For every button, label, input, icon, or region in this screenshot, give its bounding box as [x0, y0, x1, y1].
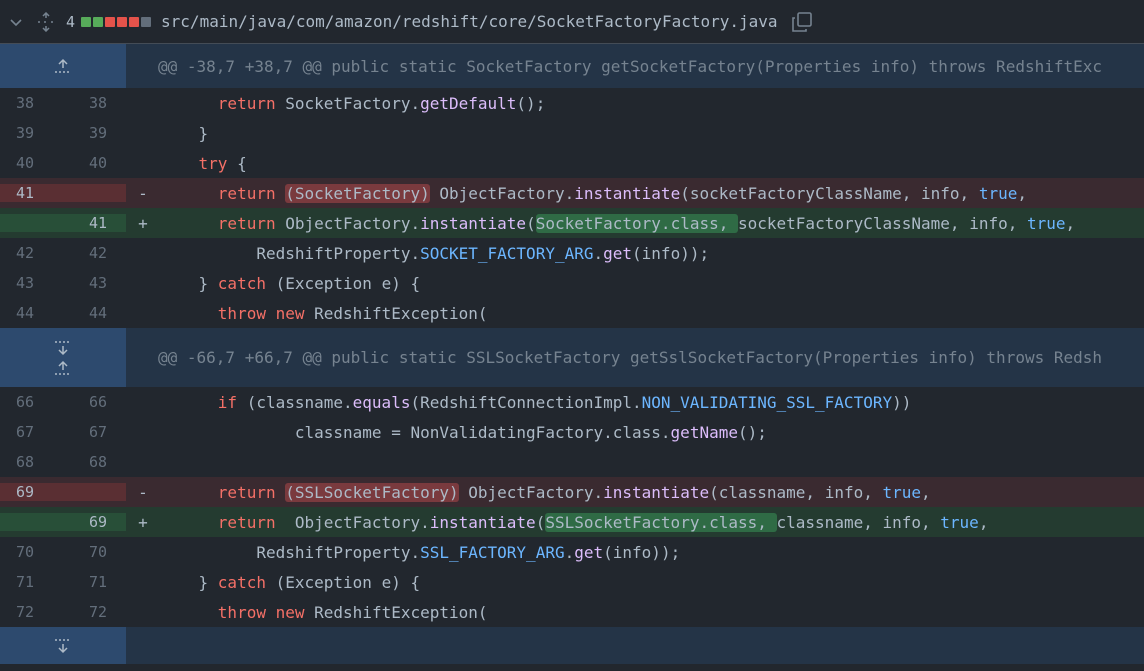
code-text: return (SocketFactory) ObjectFactory.ins…	[217, 183, 1027, 203]
line-number-right[interactable]: 38	[63, 94, 126, 112]
diff-line: 44 44 throw new RedshiftException(	[0, 298, 1144, 328]
code-text: return SocketFactory.getDefault();	[217, 93, 546, 113]
added-highlight: SSLSocketFactory.class,	[545, 512, 777, 532]
line-number-left[interactable]: 39	[0, 124, 63, 142]
added-line: 69 + return ObjectFactory.instantiate(SS…	[0, 507, 1144, 537]
diff-sign-minus: -	[138, 183, 148, 203]
removed-highlight: (SocketFactory)	[285, 183, 430, 203]
code-text: throw new RedshiftException(	[217, 303, 488, 323]
expand-up-icon[interactable]	[53, 360, 73, 376]
diffstat-block	[81, 16, 92, 27]
line-number-right[interactable]: 68	[63, 453, 126, 471]
expand-up-button[interactable]	[0, 44, 126, 88]
copy-icon[interactable]	[790, 10, 814, 34]
code-text: return ObjectFactory.instantiate(SSLSock…	[217, 512, 989, 532]
code-text: try {	[198, 153, 247, 173]
line-number-left[interactable]: 69	[0, 483, 63, 501]
expand-down-icon	[55, 638, 71, 653]
expand-down-button[interactable]	[0, 627, 126, 664]
diff-line: 72 72 throw new RedshiftException(	[0, 597, 1144, 627]
line-number-left[interactable]: 66	[0, 393, 63, 411]
diff-line: 40 40 try {	[0, 148, 1144, 178]
diff-line: 67 67 classname = NonValidatingFactory.cl…	[0, 417, 1144, 447]
code-text: } catch (Exception e) {	[198, 273, 421, 293]
diffstat-block	[141, 16, 152, 27]
file-header: 4 src/main/java/com/amazon/redshift/core…	[0, 0, 1144, 44]
line-number-right[interactable]: 67	[63, 423, 126, 441]
line-number-right[interactable]: 42	[63, 244, 126, 262]
diff-line: 39 39 }	[0, 118, 1144, 148]
expand-controls	[0, 328, 126, 387]
line-number-left[interactable]: 67	[0, 423, 63, 441]
hunk-header-text: @@ -38,7 +38,7 @@ public static SocketFa…	[158, 56, 1103, 76]
added-line: 41 + return ObjectFactory.instantiate(So…	[0, 208, 1144, 238]
diffstat	[81, 16, 152, 27]
diff-line: 66 66 if (classname.equals(RedshiftConnec…	[0, 387, 1144, 417]
diff-line: 43 43 } catch (Exception e) {	[0, 268, 1144, 298]
hunk-header: @@ -38,7 +38,7 @@ public static SocketFa…	[0, 44, 1144, 88]
line-number-left[interactable]: 42	[0, 244, 63, 262]
expand-down-icon[interactable]	[53, 340, 73, 356]
diff-sign-plus: +	[138, 213, 148, 233]
diff-sign-plus: +	[138, 512, 148, 532]
change-count: 4	[66, 12, 76, 31]
diff-line: 38 38 return SocketFactory.getDefault();	[0, 88, 1144, 118]
diff-line: 70 70 RedshiftProperty.SSL_FACTORY_ARG.ge…	[0, 537, 1144, 567]
line-number-right[interactable]: 66	[63, 393, 126, 411]
line-number-left[interactable]: 72	[0, 603, 63, 621]
diff-line: 68 68	[0, 447, 1144, 477]
expand-up-icon	[55, 58, 71, 73]
diffstat-block	[105, 16, 116, 27]
line-number-left[interactable]: 43	[0, 274, 63, 292]
line-number-right[interactable]: 40	[63, 154, 126, 172]
code-text: }	[198, 123, 209, 143]
line-number-left[interactable]: 41	[0, 184, 63, 202]
deleted-line: 69 - return (SSLSocketFactory) ObjectFac…	[0, 477, 1144, 507]
line-number-right[interactable]: 72	[63, 603, 126, 621]
line-number-left[interactable]: 38	[0, 94, 63, 112]
diffstat-block	[117, 16, 128, 27]
line-number-right[interactable]: 41	[63, 214, 126, 232]
line-number-right[interactable]	[63, 184, 126, 202]
line-number-left[interactable]	[0, 214, 63, 232]
line-number-right[interactable]: 44	[63, 304, 126, 322]
line-number-left[interactable]: 70	[0, 543, 63, 561]
line-number-right[interactable]: 39	[63, 124, 126, 142]
code-text: throw new RedshiftException(	[217, 602, 488, 622]
code-text: return ObjectFactory.instantiate(SocketF…	[217, 213, 1076, 233]
added-highlight: SocketFactory.class,	[535, 213, 738, 233]
line-number-left[interactable]: 40	[0, 154, 63, 172]
line-number-left[interactable]: 71	[0, 573, 63, 591]
line-number-left[interactable]: 44	[0, 304, 63, 322]
line-number-right[interactable]: 43	[63, 274, 126, 292]
deleted-line: 41 - return (SocketFactory) ObjectFactor…	[0, 178, 1144, 208]
code-text: RedshiftProperty.SSL_FACTORY_ARG.get(inf…	[256, 542, 681, 562]
code-text: RedshiftProperty.SOCKET_FACTORY_ARG.get(…	[256, 243, 710, 263]
diff-line: 42 42 RedshiftProperty.SOCKET_FACTORY_ARG…	[0, 238, 1144, 268]
diff-sign-minus: -	[138, 482, 148, 502]
line-number-left[interactable]	[0, 513, 63, 531]
code-text: classname = NonValidatingFactory.class.g…	[294, 422, 767, 442]
line-number-right[interactable]	[63, 483, 126, 501]
chevron-down-icon[interactable]	[8, 14, 24, 30]
diff-line: 71 71 } catch (Exception e) {	[0, 567, 1144, 597]
line-number-left[interactable]: 68	[0, 453, 63, 471]
removed-highlight: (SSLSocketFactory)	[285, 482, 459, 502]
line-number-right[interactable]: 70	[63, 543, 126, 561]
expand-all-icon[interactable]	[36, 11, 56, 32]
file-path[interactable]: src/main/java/com/amazon/redshift/core/S…	[161, 12, 778, 31]
hunk-header: @@ -66,7 +66,7 @@ public static SSLSocke…	[0, 328, 1144, 387]
code-text: } catch (Exception e) {	[198, 572, 421, 592]
line-number-right[interactable]: 71	[63, 573, 126, 591]
diffstat-block	[129, 16, 140, 27]
diffstat-block	[93, 16, 104, 27]
code-text: if (classname.equals(RedshiftConnectionI…	[217, 392, 912, 412]
line-number-right[interactable]: 69	[63, 513, 126, 531]
hunk-header-text: @@ -66,7 +66,7 @@ public static SSLSocke…	[158, 348, 1103, 367]
code-text: return (SSLSocketFactory) ObjectFactory.…	[217, 482, 931, 502]
expand-footer	[0, 627, 1144, 664]
